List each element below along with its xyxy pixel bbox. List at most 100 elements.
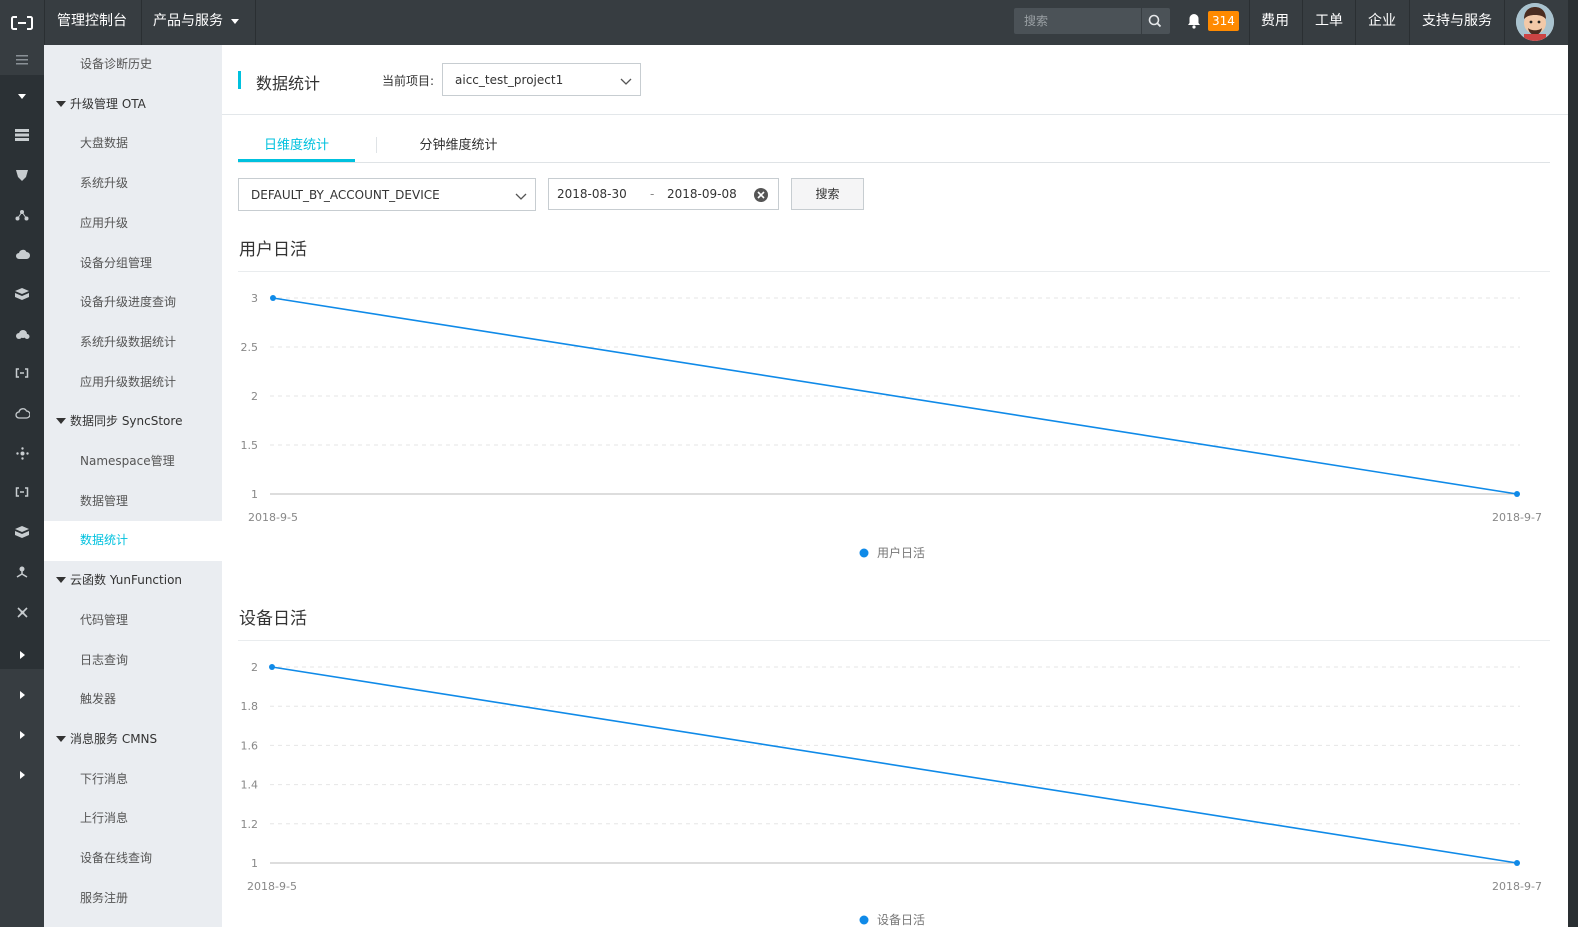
sidebar-item[interactable]: 应用升级数据统计 [44,363,222,403]
data-point[interactable] [1514,860,1520,866]
sidebar-group[interactable]: 数据同步 SyncStore [44,402,222,442]
project-select-value: aicc_test_project1 [455,73,564,87]
legend-label[interactable]: 设备日活 [877,913,925,927]
x-tick-label: 2018-9-5 [247,880,297,893]
chart-divider [238,271,1550,272]
sidebar-item[interactable]: 服务注册 [44,879,222,919]
y-tick-label: 1.6 [241,739,259,752]
search-button[interactable]: 搜索 [791,178,864,210]
menu-icon[interactable] [0,40,44,80]
y-tick-label: 1.2 [241,818,259,831]
expand-arrow-icon[interactable] [0,635,44,675]
project-label: 当前项目: [382,74,435,88]
y-tick-label: 1.4 [241,779,259,792]
console-link[interactable]: 管理控制台 [57,0,127,45]
cloud-upload-icon[interactable] [0,234,44,274]
clear-icon[interactable] [753,187,769,206]
divider [44,0,45,45]
tree-icon[interactable] [0,552,44,592]
sidebar-item[interactable]: 下行消息 [44,760,222,800]
fees-link[interactable]: 费用 [1261,0,1289,45]
cloud-outline-icon[interactable] [0,393,44,433]
tab-minute-stats[interactable]: 分钟维度统计 [400,130,517,161]
bell-icon[interactable] [1187,13,1201,33]
legend-marker[interactable] [859,548,869,558]
tickets-link[interactable]: 工单 [1315,0,1343,45]
sidebar-group[interactable]: 升级管理 OTA [44,85,222,125]
sidebar-menu: 设备诊断历史 升级管理 OTA 大盘数据 系统升级 应用升级 设备分组管理 设备升级进度查询… [44,45,222,927]
products-menu-label: 产品与服务 [153,13,223,29]
cloud-cluster-icon[interactable] [0,314,44,354]
search-input[interactable]: 搜索 [1014,8,1170,34]
chart-title-user-daily: 用户日活 [239,240,307,260]
network-nodes-icon[interactable] [0,195,44,235]
shield-icon[interactable] [0,155,44,195]
x-tick-label: 2018-9-5 [248,511,298,524]
data-point[interactable] [269,664,275,670]
sidebar-item[interactable]: 日志查询 [44,641,222,681]
y-tick-label: 1 [251,857,258,870]
products-menu[interactable]: 产品与服务 [153,0,240,45]
x-tick-label: 2018-9-7 [1492,511,1542,524]
sidebar-item[interactable]: 上行消息 [44,799,222,839]
layers-icon[interactable] [0,512,44,552]
tab-daily-stats[interactable]: 日维度统计 [238,130,355,162]
sidebar-item[interactable]: 设备在线查询 [44,839,222,879]
y-tick-label: 2 [251,390,258,403]
series-line [271,666,1518,864]
support-link[interactable]: 支持与服务 [1422,0,1492,45]
date-range-picker[interactable]: 2018-08-30 - 2018-09-08 [548,178,779,210]
expand-arrow-icon[interactable] [0,715,44,755]
legend-label[interactable]: 用户日活 [877,545,925,560]
chart-device-daily: 1 1.2 1.4 1.6 1.8 2 2018-9-5 2018-9-7 设备日活 [241,661,1542,927]
expand-arrow-icon[interactable] [0,675,44,715]
sidebar-item[interactable]: 触发器 [44,680,222,720]
sidebar-item[interactable]: 数据管理 [44,482,222,522]
x-tick-label: 2018-9-7 [1492,880,1542,893]
cross-arrows-icon[interactable] [0,592,44,632]
link-bracket-icon[interactable] [0,353,44,393]
type-select-value: DEFAULT_BY_ACCOUNT_DEVICE [251,188,440,202]
type-select[interactable]: DEFAULT_BY_ACCOUNT_DEVICE [238,178,536,211]
y-tick-label: 1.5 [241,439,259,452]
product-icon-bar [0,45,44,927]
sidebar-group[interactable]: 云函数 YunFunction [44,561,222,601]
sidebar-item[interactable]: 设备升级进度查询 [44,283,222,323]
sidebar-item[interactable]: 系统升级数据统计 [44,323,222,363]
expand-arrow-icon[interactable] [0,755,44,795]
server-icon[interactable] [0,115,44,155]
divider [1504,0,1505,45]
enterprise-link[interactable]: 企业 [1368,0,1396,45]
user-avatar[interactable] [1516,3,1554,41]
sidebar-item[interactable]: 设备分组管理 [44,244,222,284]
y-tick-label: 3 [251,292,258,305]
link-bracket-icon[interactable] [0,472,44,512]
box-icon[interactable] [0,274,44,314]
sidebar-item[interactable]: 设备诊断历史 [44,45,222,85]
sparkle-icon[interactable] [0,433,44,473]
sidebar-item[interactable]: 大盘数据 [44,124,222,164]
y-tick-label: 1 [251,488,258,501]
chart-user-daily: 1 1.5 2 2.5 3 2018-9-5 2018-9-7 用户日活 [241,292,1542,560]
collapse-caret-icon[interactable] [0,76,44,116]
legend-marker[interactable] [859,915,869,925]
sidebar-item[interactable]: 应用升级 [44,204,222,244]
top-navbar: 管理控制台 产品与服务 搜索 314 费用 工单 企业 支持与服务 [0,0,1568,45]
chevron-down-icon [620,75,632,89]
sidebar-group[interactable]: 消息服务 CMNS [44,720,222,760]
search-icon[interactable] [1141,8,1168,34]
sidebar-item[interactable]: 系统升级 [44,164,222,204]
sidebar-item[interactable]: 代码管理 [44,601,222,641]
sidebar-item[interactable]: 数据统计 [44,521,222,562]
page-title: 数据统计 [256,74,321,93]
date-end-input[interactable]: 2018-09-08 [667,179,737,209]
series-line [272,297,1518,495]
data-point[interactable] [1514,491,1520,497]
notification-count-badge[interactable]: 314 [1208,11,1239,31]
data-point[interactable] [270,295,276,301]
sidebar-item[interactable]: Namespace管理 [44,442,222,482]
divider [255,0,256,45]
aliyun-logo-icon[interactable] [0,0,44,45]
date-start-input[interactable]: 2018-08-30 [557,179,627,209]
project-select[interactable]: aicc_test_project1 [442,63,641,96]
